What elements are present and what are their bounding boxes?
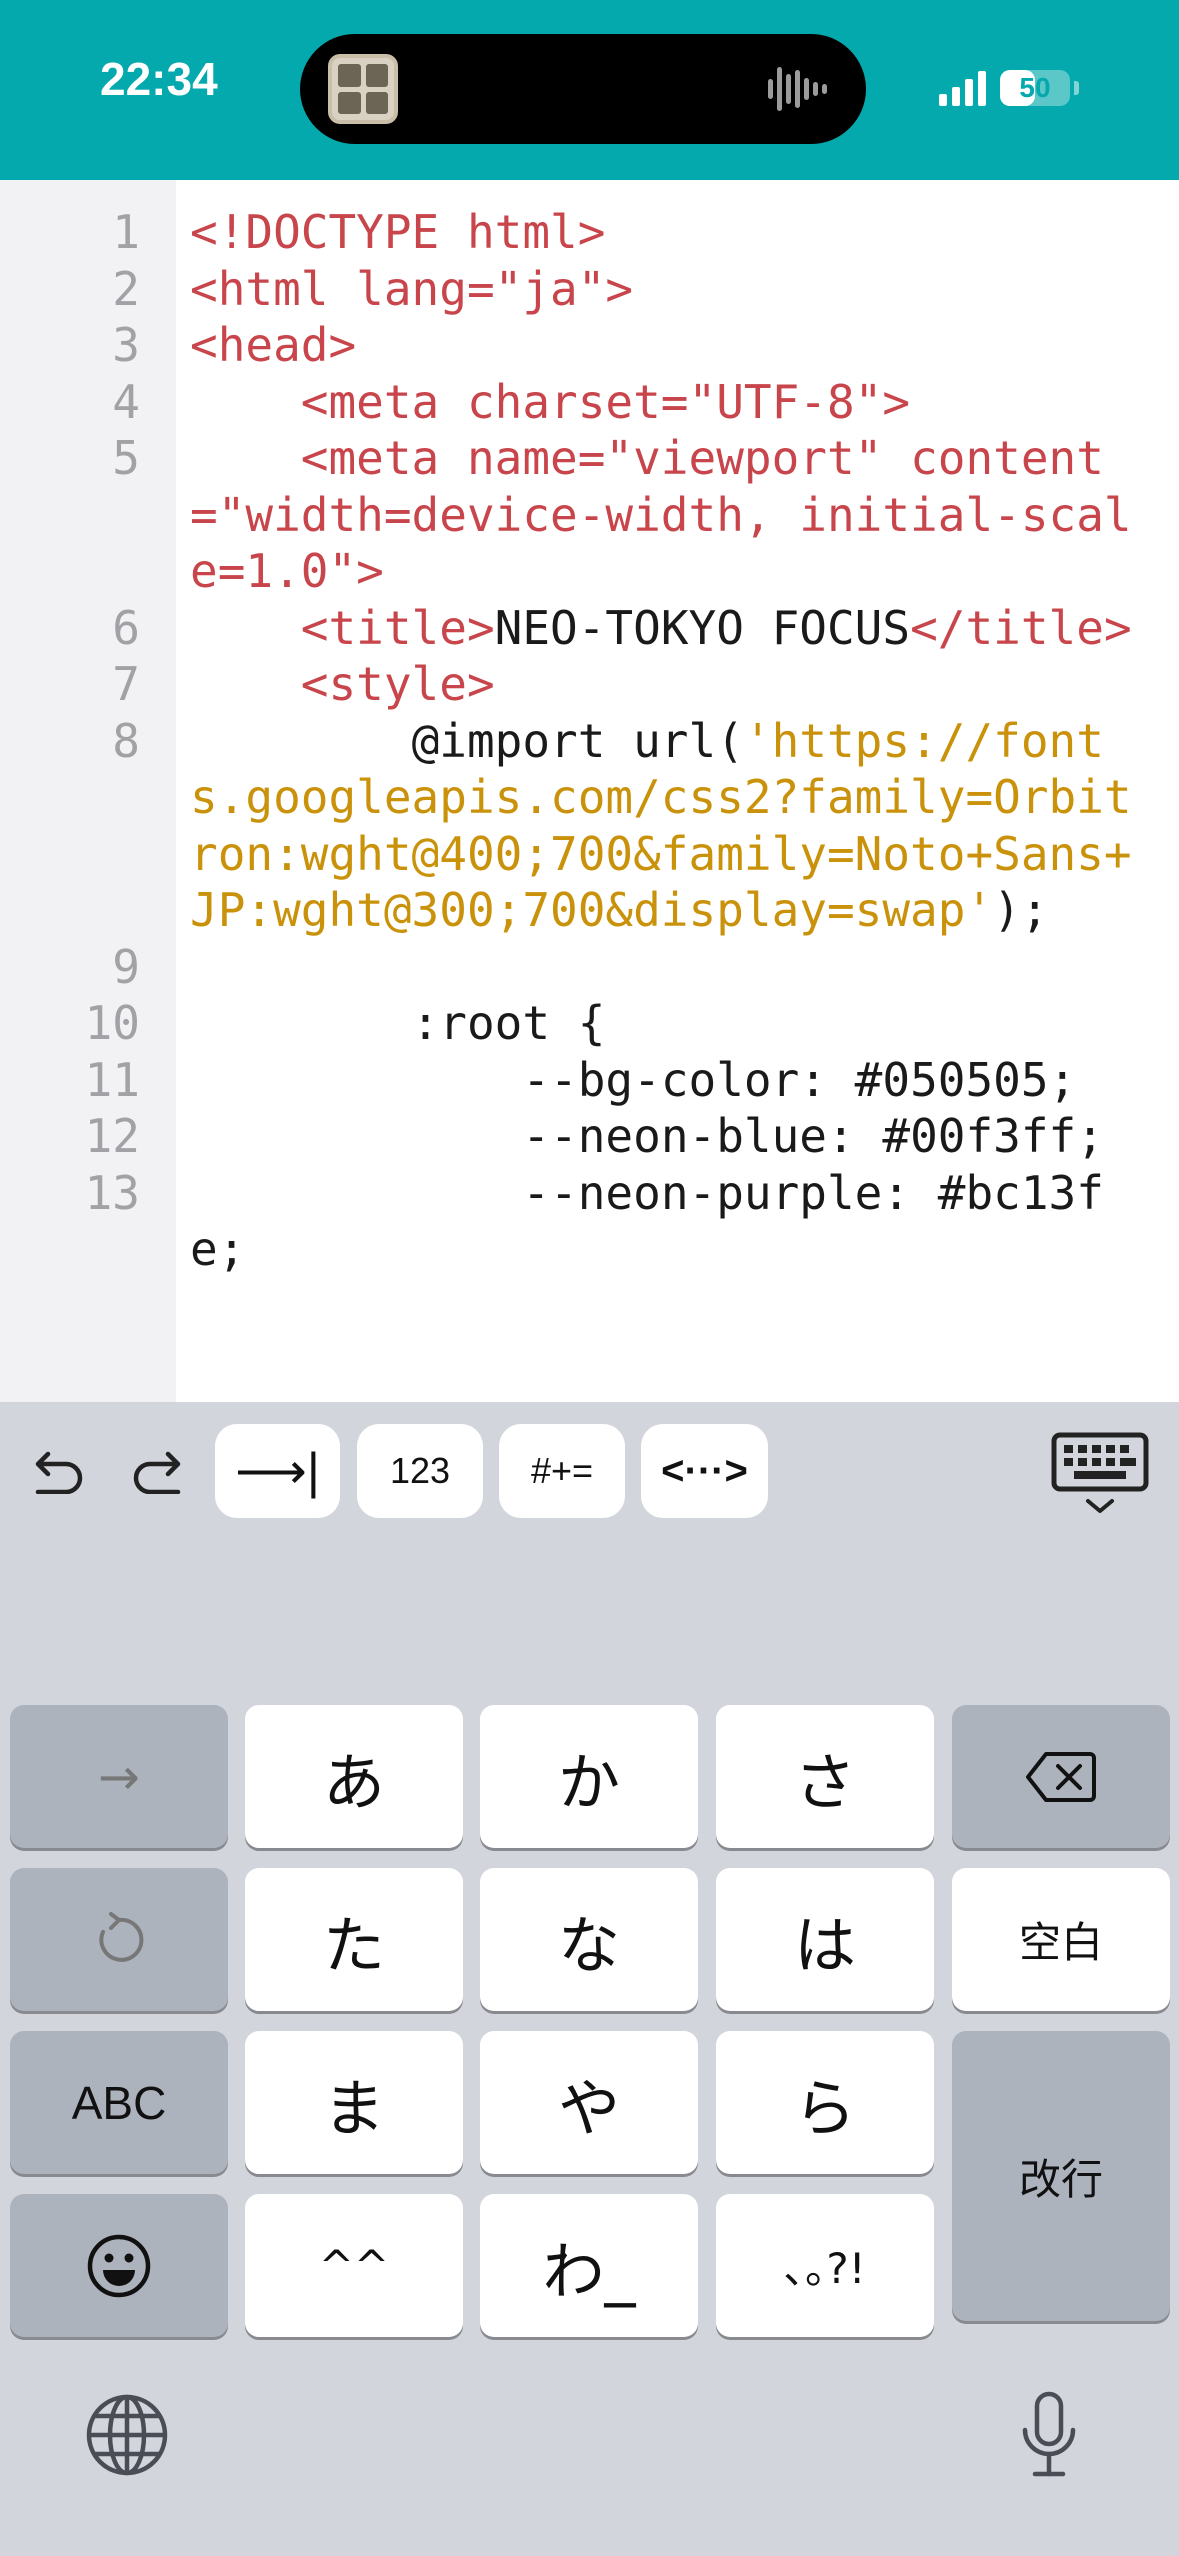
line-number: 5 bbox=[112, 431, 140, 485]
code-token: <html lang="ja"> bbox=[190, 261, 634, 316]
code-text[interactable] bbox=[190, 939, 1150, 996]
code-line[interactable]: 3 <head> bbox=[0, 317, 1179, 374]
line-number: 1 bbox=[112, 205, 140, 259]
keyboard-toolbar: ⟶| 123 #+= <···> bbox=[0, 1402, 1179, 1538]
code-token: <head> bbox=[190, 318, 357, 372]
code-text[interactable]: <title>NEO-TOKYO FOCUS</title> bbox=[190, 600, 1150, 657]
status-indicators: 50 bbox=[939, 66, 1079, 110]
line-number: 4 bbox=[112, 374, 140, 429]
code-line[interactable]: 11 --bg-color: #050505; bbox=[0, 1052, 1179, 1109]
code-token: NEO-TOKYO FOCUS bbox=[494, 600, 911, 655]
key-wa[interactable]: わ_ bbox=[480, 2194, 698, 2337]
code-text[interactable]: --neon-purple: #bc13fe; bbox=[190, 1165, 1150, 1278]
status-time: 22:34 bbox=[100, 53, 218, 105]
key-ta[interactable]: た bbox=[245, 1868, 463, 2011]
code-token: <title> bbox=[190, 600, 495, 655]
code-token: </title> bbox=[910, 600, 1132, 655]
battery-cap bbox=[1074, 81, 1079, 95]
code-lines[interactable]: 1 <!DOCTYPE html> 2 <html lang="ja"> 3 <head>… bbox=[0, 204, 1179, 1278]
code-token: --bg-color: #050505; bbox=[190, 1052, 1077, 1107]
line-number: 11 bbox=[84, 1052, 140, 1107]
undo-icon[interactable] bbox=[28, 1442, 88, 1502]
code-line[interactable]: 9 bbox=[0, 939, 1179, 996]
code-line[interactable]: 7 <style> bbox=[0, 656, 1179, 713]
code-token: <meta charset="UTF-8"> bbox=[190, 374, 911, 429]
status-bar: 22:34 50 bbox=[0, 0, 1179, 180]
code-text[interactable]: @import url('https://fonts.googleapis.co… bbox=[190, 713, 1150, 939]
code-text[interactable]: --neon-blue: #00f3ff; bbox=[190, 1108, 1150, 1165]
battery-icon: 50 bbox=[1000, 70, 1070, 106]
code-text[interactable]: <style> bbox=[190, 656, 1150, 713]
line-number: 2 bbox=[112, 261, 140, 316]
redo-icon[interactable] bbox=[128, 1442, 188, 1502]
emoji-icon bbox=[87, 2234, 151, 2297]
code-text[interactable]: <head> bbox=[190, 317, 1150, 374]
numbers-key[interactable]: 123 bbox=[357, 1424, 483, 1518]
symbols-key[interactable]: #+= bbox=[499, 1424, 625, 1518]
cellular-signal-icon bbox=[939, 70, 986, 106]
cursor-right-key[interactable]: → bbox=[10, 1705, 228, 1848]
line-number: 7 bbox=[112, 657, 140, 711]
code-token: ); bbox=[993, 883, 1049, 937]
line-number: 9 bbox=[112, 939, 140, 994]
space-key[interactable]: 空白 bbox=[952, 1868, 1170, 2011]
emoji-key[interactable] bbox=[10, 2194, 228, 2337]
key-na[interactable]: な bbox=[480, 1868, 698, 2011]
microphone-icon[interactable] bbox=[1004, 2385, 1094, 2485]
key-ya[interactable]: や bbox=[480, 2031, 698, 2174]
globe-icon[interactable] bbox=[82, 2385, 172, 2485]
audio-waveform-icon bbox=[768, 64, 838, 114]
rotate-left-icon bbox=[99, 1911, 144, 1962]
backspace-icon bbox=[1026, 1751, 1096, 1802]
now-playing-artwork bbox=[328, 54, 398, 124]
key-sa[interactable]: さ bbox=[716, 1705, 934, 1848]
code-text[interactable]: :root { bbox=[190, 995, 1150, 1052]
line-number: 3 bbox=[112, 318, 140, 372]
line-number: 13 bbox=[84, 1165, 140, 1220]
tag-insert-key[interactable]: <···> bbox=[641, 1424, 768, 1518]
code-text[interactable]: --bg-color: #050505; bbox=[190, 1052, 1150, 1109]
code-text[interactable]: <meta charset="UTF-8"> bbox=[190, 374, 1150, 431]
code-token: :root { bbox=[190, 996, 606, 1050]
tab-key[interactable]: ⟶| bbox=[215, 1424, 340, 1518]
code-text[interactable]: <html lang="ja"> bbox=[190, 261, 1150, 318]
line-number: 8 bbox=[112, 713, 140, 768]
key-punctuation[interactable]: ､｡?! bbox=[716, 2194, 934, 2337]
code-text[interactable]: <meta name="viewport" content="width=dev… bbox=[190, 430, 1150, 600]
code-line[interactable]: 13 --neon-purple: #bc13fe; bbox=[0, 1165, 1179, 1278]
delete-key[interactable] bbox=[952, 1705, 1170, 1848]
code-line[interactable]: 1 <!DOCTYPE html> bbox=[0, 204, 1179, 261]
code-line[interactable]: 5 <meta name="viewport" content="width=d… bbox=[0, 430, 1179, 600]
code-token: --neon-blue: #00f3ff; bbox=[190, 1109, 1104, 1163]
key-ma[interactable]: ま bbox=[245, 2031, 463, 2174]
dynamic-island[interactable] bbox=[300, 34, 866, 144]
key-ka[interactable]: か bbox=[480, 1705, 698, 1848]
key-kaomoji[interactable]: ^^ bbox=[245, 2194, 463, 2337]
code-line[interactable]: 10 :root { bbox=[0, 995, 1179, 1052]
code-line[interactable]: 4 <meta charset="UTF-8"> bbox=[0, 374, 1179, 431]
key-ra[interactable]: ら bbox=[716, 2031, 934, 2174]
code-editor[interactable]: 1 <!DOCTYPE html> 2 <html lang="ja"> 3 <head>… bbox=[0, 180, 1179, 1402]
keyboard-dismiss-icon[interactable] bbox=[1048, 1430, 1152, 1520]
code-token: <style> bbox=[190, 657, 495, 711]
line-number: 6 bbox=[112, 600, 140, 655]
abc-key[interactable]: ABC bbox=[10, 2031, 228, 2174]
code-token: <!DOCTYPE html> bbox=[190, 205, 606, 259]
key-ha[interactable]: は bbox=[716, 1868, 934, 2011]
return-key[interactable]: 改行 bbox=[952, 2031, 1170, 2321]
key-a[interactable]: あ bbox=[245, 1705, 463, 1848]
code-line[interactable]: 12 --neon-blue: #00f3ff; bbox=[0, 1108, 1179, 1165]
line-number: 10 bbox=[84, 996, 140, 1050]
code-line[interactable]: 6 <title>NEO-TOKYO FOCUS</title> bbox=[0, 600, 1179, 657]
battery-percent: 50 bbox=[1019, 72, 1051, 103]
code-token: <meta name="viewport" bbox=[190, 431, 911, 485]
line-number: 12 bbox=[84, 1109, 140, 1163]
code-line[interactable]: 2 <html lang="ja"> bbox=[0, 261, 1179, 318]
code-token: @import url( bbox=[190, 713, 744, 768]
undo-kana-key[interactable] bbox=[10, 1868, 228, 2011]
code-token: --neon-purple: #bc13fe; bbox=[190, 1165, 1104, 1277]
code-line[interactable]: 8 @import url('https://fonts.googleapis.… bbox=[0, 713, 1179, 939]
code-text[interactable]: <!DOCTYPE html> bbox=[190, 204, 1150, 261]
